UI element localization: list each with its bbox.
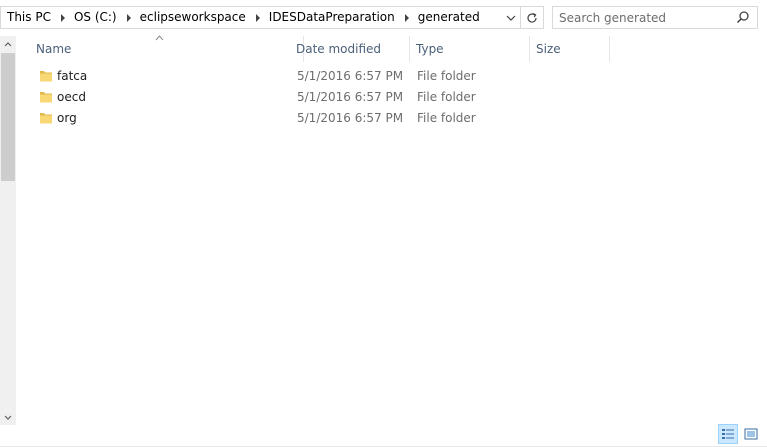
table-row[interactable]: org 5/1/2016 6:57 PM File folder xyxy=(16,108,767,129)
view-mode-switcher xyxy=(718,424,761,444)
breadcrumb-separator-icon[interactable] xyxy=(126,13,131,22)
column-header-type[interactable]: Type xyxy=(410,36,530,62)
column-header-date-modified[interactable]: Date modified xyxy=(290,36,410,62)
folder-icon xyxy=(40,71,52,82)
breadcrumb-separator-icon[interactable] xyxy=(255,13,260,22)
large-icons-view-icon xyxy=(744,428,758,440)
date-modified: 5/1/2016 6:57 PM xyxy=(297,69,404,83)
large-icons-view-button[interactable] xyxy=(741,424,761,444)
search-icon[interactable] xyxy=(734,9,752,27)
table-row[interactable]: fatca 5/1/2016 6:57 PM File folder xyxy=(16,66,767,87)
file-list: fatca 5/1/2016 6:57 PM File folder oecd … xyxy=(16,66,767,129)
vertical-scrollbar[interactable] xyxy=(0,36,16,425)
scroll-down-button[interactable] xyxy=(0,409,16,425)
breadcrumb-item-this-pc[interactable]: This PC xyxy=(5,7,53,28)
file-type: File folder xyxy=(417,90,476,104)
chevron-down-icon xyxy=(506,15,515,21)
date-modified: 5/1/2016 6:57 PM xyxy=(297,90,404,104)
column-header-size[interactable]: Size xyxy=(530,36,610,62)
file-name[interactable]: fatca xyxy=(57,66,87,87)
file-name[interactable]: org xyxy=(57,108,77,129)
breadcrumb-item-generated[interactable]: generated xyxy=(416,7,482,28)
details-view-icon xyxy=(722,429,734,439)
details-view-button[interactable] xyxy=(718,424,738,444)
file-type: File folder xyxy=(417,111,476,125)
search-input[interactable] xyxy=(559,9,729,26)
breadcrumb-item-idesdatapreparation[interactable]: IDESDataPreparation xyxy=(267,7,397,28)
address-bar[interactable]: This PC OS (C:) eclipseworkspace IDESDat… xyxy=(0,6,544,29)
chevron-down-icon xyxy=(4,415,12,420)
folder-icon xyxy=(40,113,52,124)
search-box[interactable] xyxy=(552,6,758,29)
scroll-up-button[interactable] xyxy=(0,36,16,52)
column-headers: Name Date modified Type Size xyxy=(16,35,767,62)
breadcrumb-item-eclipseworkspace[interactable]: eclipseworkspace xyxy=(138,7,248,28)
table-row[interactable]: oecd 5/1/2016 6:57 PM File folder xyxy=(16,87,767,108)
breadcrumb-separator-icon[interactable] xyxy=(60,13,65,22)
column-header-name[interactable]: Name xyxy=(30,36,304,62)
date-modified: 5/1/2016 6:57 PM xyxy=(297,111,404,125)
breadcrumb-separator-icon[interactable] xyxy=(404,13,409,22)
file-type: File folder xyxy=(417,69,476,83)
breadcrumb: This PC OS (C:) eclipseworkspace IDESDat… xyxy=(5,7,482,28)
scrollbar-thumb[interactable] xyxy=(1,53,15,181)
file-name[interactable]: oecd xyxy=(57,87,86,108)
chevron-up-icon xyxy=(4,41,12,46)
breadcrumb-item-os-c[interactable]: OS (C:) xyxy=(72,7,119,28)
refresh-icon xyxy=(526,12,537,23)
refresh-button[interactable] xyxy=(520,7,542,28)
address-history-dropdown[interactable] xyxy=(501,7,520,28)
folder-icon xyxy=(40,92,52,103)
